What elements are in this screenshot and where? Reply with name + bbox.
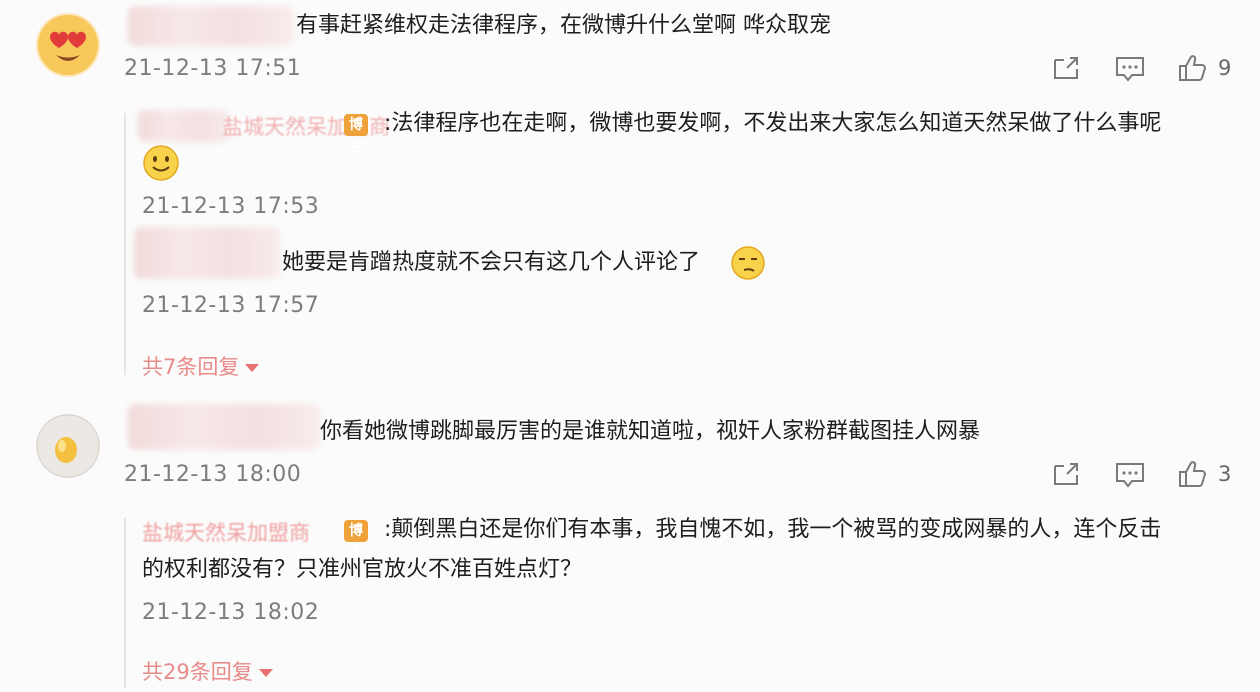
comment-time: 21-12-13 17:51: [124, 56, 302, 81]
reply-author-redacted[interactable]: [134, 227, 280, 279]
reply-time: 21-12-13 17:57: [142, 293, 320, 318]
comment-text: 你看她微博跳脚最厉害的是谁就知道啦，视奸人家粉群截图挂人网暴: [320, 419, 981, 444]
comment-text: 有事赶紧维权走法律程序，在微博升什么堂啊 哗众取宠: [296, 13, 831, 38]
comment-icon[interactable]: [1114, 461, 1146, 493]
blogger-badge: 博主: [344, 520, 368, 561]
avatar[interactable]: [36, 414, 100, 478]
avatar[interactable]: [36, 13, 100, 77]
reply-author-redacted[interactable]: [138, 110, 230, 142]
reply-author[interactable]: 盐城天然呆加盟商: [142, 517, 310, 547]
avatar-image-icon: [36, 414, 100, 478]
reply-text: 她要是肯蹭热度就不会只有这几个人评论了: [282, 250, 701, 275]
share-icon[interactable]: [1051, 460, 1081, 492]
smile-emoji-icon: [142, 144, 180, 186]
more-replies-link[interactable]: 共29条回复: [142, 656, 273, 686]
username-redacted[interactable]: [128, 6, 294, 46]
more-replies-label: 共7条回复: [142, 355, 240, 379]
username-redacted[interactable]: [128, 404, 320, 450]
thumbs-up-icon[interactable]: [1177, 53, 1207, 87]
more-replies-label: 共29条回复: [142, 660, 253, 684]
smirk-emoji-icon: [730, 245, 766, 285]
reply-thread: [124, 113, 128, 375]
reply-text: :法律程序也在走啊，微博也要发啊，不发出来大家怎么知道天然呆做了什么事呢: [384, 111, 1162, 136]
like-count: 9: [1218, 56, 1232, 80]
heart-eyes-emoji-icon: [38, 15, 98, 75]
reply-time: 21-12-13 18:02: [142, 600, 320, 625]
reply-thread: [124, 518, 128, 688]
caret-down-icon: [245, 364, 260, 372]
blogger-badge: 博主: [344, 114, 368, 155]
thumbs-up-icon[interactable]: [1177, 459, 1207, 493]
like-count: 3: [1218, 462, 1232, 486]
reply-text: :颠倒黑白还是你们有本事，我自愧不如，我一个被骂的变成网暴的人，连个反击: [384, 517, 1162, 542]
reply-text-continued: 的权利都没有？只准州官放火不准百姓点灯？: [142, 557, 583, 582]
more-replies-link[interactable]: 共7条回复: [142, 351, 260, 381]
caret-down-icon: [258, 669, 273, 677]
reply-time: 21-12-13 17:53: [142, 194, 320, 219]
share-icon[interactable]: [1051, 54, 1081, 86]
comment-icon[interactable]: [1114, 55, 1146, 87]
comment-time: 21-12-13 18:00: [124, 462, 302, 487]
